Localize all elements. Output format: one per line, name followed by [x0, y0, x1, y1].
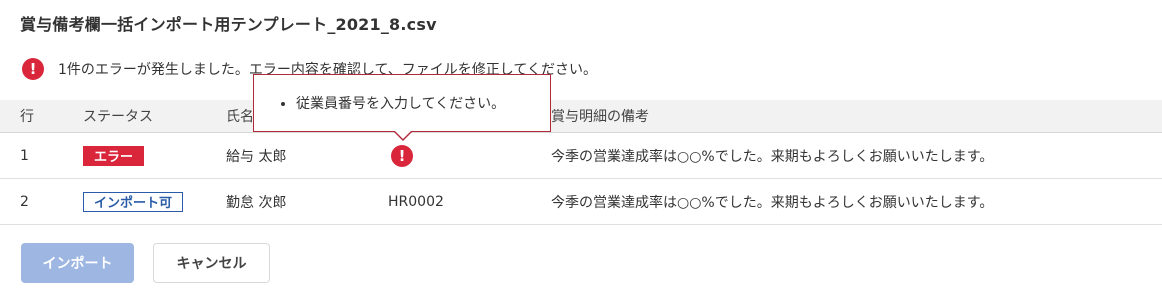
tooltip-list: 従業員番号を入力してください。 [296, 93, 505, 113]
bonus-note: 今季の営業達成率は○○%でした。来期もよろしくお願いいたします。 [551, 194, 994, 211]
employee-name: 勤怠 次郎 [226, 194, 287, 211]
table-row: 1 エラー 給与 太郎 ! 今季の営業達成率は○○%でした。来期もよろしくお願い… [0, 133, 1162, 179]
employee-name: 給与 太郎 [226, 148, 287, 165]
table-row: 2 インポート可 勤怠 次郎 HR0002 今季の営業達成率は○○%でした。来期… [0, 179, 1162, 225]
status-badge-importable: インポート可 [83, 191, 184, 212]
status-cell: エラー [83, 133, 145, 178]
error-indicator-icon[interactable]: ! [391, 144, 413, 167]
header-note: 賞与明細の備考 [551, 109, 649, 125]
table-header: 行 ステータス 氏名 賞与明細の備考 [0, 100, 1162, 133]
tooltip-item: 従業員番号を入力してください。 [296, 93, 505, 113]
import-button[interactable]: インポート [21, 243, 134, 283]
cancel-button[interactable]: キャンセル [153, 243, 270, 283]
import-preview-table: 行 ステータス 氏名 賞与明細の備考 1 エラー 給与 太郎 ! 今季の営業達成… [0, 100, 1162, 225]
row-number: 1 [20, 147, 29, 164]
exclamation-circle-icon: ! [22, 58, 44, 80]
row-number: 2 [20, 193, 29, 210]
status-badge-error: エラー [83, 145, 145, 166]
employee-number: HR0002 [388, 193, 444, 210]
tooltip-arrow [394, 131, 412, 141]
status-cell: インポート可 [83, 179, 184, 224]
error-tooltip: 従業員番号を入力してください。 [253, 74, 551, 141]
header-row: 行 [20, 109, 34, 125]
bonus-note: 今季の営業達成率は○○%でした。来期もよろしくお願いいたします。 [551, 148, 994, 165]
file-title: 賞与備考欄一括インポート用テンプレート_2021_8.csv [20, 15, 437, 34]
header-name: 氏名 [226, 109, 254, 125]
header-status: ステータス [83, 109, 153, 125]
